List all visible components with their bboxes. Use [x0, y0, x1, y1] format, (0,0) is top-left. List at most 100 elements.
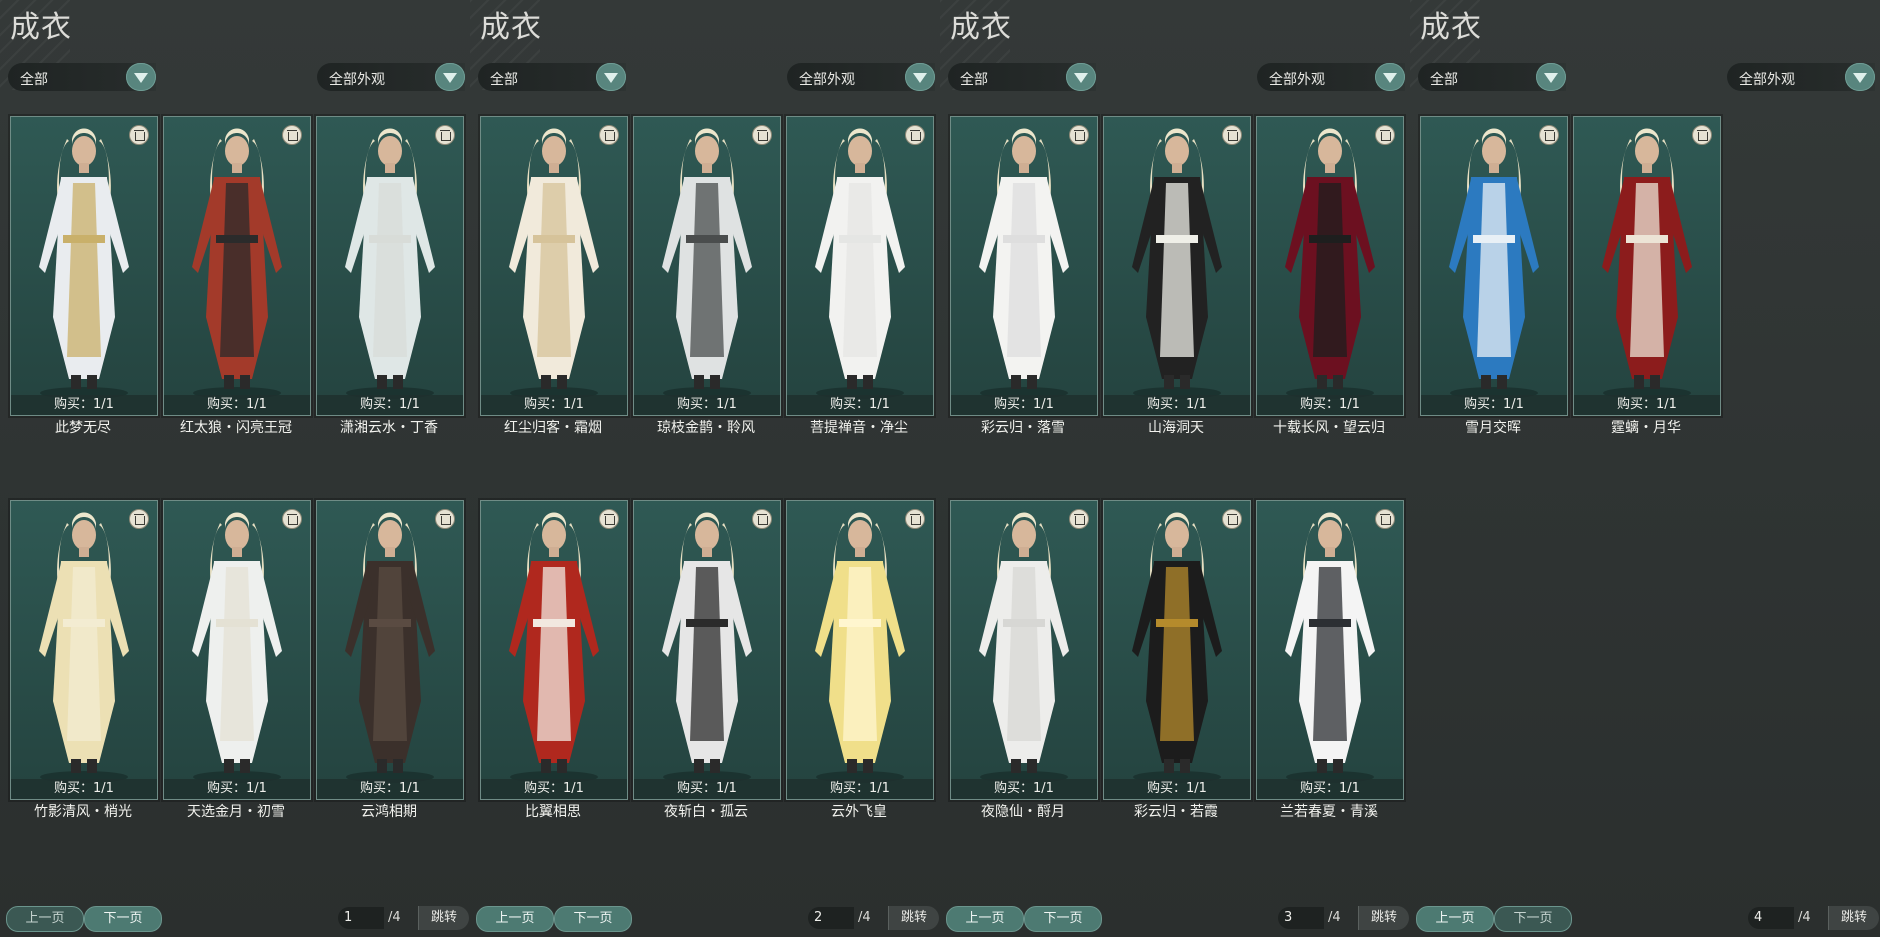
purchase-count: 购买：1/1 [1257, 779, 1403, 799]
jump-page-button[interactable]: 跳转 [1358, 906, 1409, 930]
trash-icon[interactable] [129, 125, 149, 145]
outfit-card[interactable]: 购买：1/1 [1420, 116, 1568, 416]
character-figure [1285, 128, 1375, 399]
purchase-count: 购买：1/1 [164, 395, 310, 415]
outfit-card[interactable]: 购买：1/1 [10, 500, 158, 800]
chevron-down-icon[interactable] [905, 63, 935, 91]
character-figure [662, 512, 752, 783]
outfit-card[interactable]: 购买：1/1 [950, 116, 1098, 416]
purchase-count: 购买：1/1 [11, 395, 157, 415]
jump-page-button[interactable]: 跳转 [888, 906, 939, 930]
page-number-input[interactable]: 3 [1278, 907, 1324, 929]
trash-icon[interactable] [1375, 509, 1395, 529]
trash-icon[interactable] [752, 125, 772, 145]
trash-icon[interactable] [905, 509, 925, 529]
outfit-card[interactable]: 购买：1/1 [786, 500, 934, 800]
jump-page-button[interactable]: 跳转 [418, 906, 469, 930]
trash-icon[interactable] [599, 125, 619, 145]
prev-page-button[interactable]: 上一页 [1416, 906, 1494, 932]
outfit-card[interactable]: 购买：1/1 [1256, 500, 1404, 800]
chevron-down-icon[interactable] [596, 63, 626, 91]
purchase-count: 购买：1/1 [164, 779, 310, 799]
outfit-card[interactable]: 购买：1/1 [163, 500, 311, 800]
outfit-card[interactable]: 购买：1/1 [316, 500, 464, 800]
chevron-down-icon[interactable] [126, 63, 156, 91]
outfit-name: 兰若春夏・青溪 [1280, 804, 1378, 820]
purchase-count: 购买：1/1 [481, 395, 627, 415]
prev-page-button[interactable]: 上一页 [6, 906, 84, 932]
outfit-card[interactable]: 购买：1/1 [1256, 116, 1404, 416]
page-number-input[interactable]: 2 [808, 907, 854, 929]
trash-icon[interactable] [1539, 125, 1559, 145]
appearance-filter-label: 全部外观 [799, 72, 855, 88]
purchase-count: 购买：1/1 [634, 779, 780, 799]
outfit-name: 潇湘云水・丁香 [340, 420, 438, 436]
jump-page-button[interactable]: 跳转 [1828, 906, 1879, 930]
outfit-card[interactable]: 购买：1/1 [1103, 116, 1251, 416]
character-figure [192, 512, 282, 783]
category-filter-dropdown[interactable]: 全部 [8, 63, 156, 91]
next-page-button[interactable]: 下一页 [1494, 906, 1572, 932]
trash-icon[interactable] [435, 125, 455, 145]
trash-icon[interactable] [1692, 125, 1712, 145]
prev-page-button[interactable]: 上一页 [476, 906, 554, 932]
chevron-down-icon[interactable] [1375, 63, 1405, 91]
trash-icon[interactable] [905, 125, 925, 145]
outfit-name: 霆螭・月华 [1611, 420, 1681, 436]
chevron-down-icon[interactable] [1536, 63, 1566, 91]
outfit-card[interactable]: 购买：1/1 [786, 116, 934, 416]
purchase-count: 购买：1/1 [1104, 395, 1250, 415]
trash-icon[interactable] [1069, 125, 1089, 145]
character-figure [815, 128, 905, 399]
outfit-name: 山海洞天 [1148, 420, 1204, 436]
outfit-card[interactable]: 购买：1/1 [316, 116, 464, 416]
purchase-count: 购买：1/1 [951, 395, 1097, 415]
outfit-card[interactable]: 购买：1/1 [950, 500, 1098, 800]
chevron-down-icon[interactable] [1066, 63, 1096, 91]
outfit-card[interactable]: 购买：1/1 [633, 500, 781, 800]
outfit-card[interactable]: 购买：1/1 [633, 116, 781, 416]
character-figure [1602, 128, 1692, 399]
chevron-down-icon[interactable] [435, 63, 465, 91]
category-filter-dropdown[interactable]: 全部 [1418, 63, 1566, 91]
outfit-name: 天选金月・初雪 [187, 804, 285, 820]
outfit-card[interactable]: 购买：1/1 [1103, 500, 1251, 800]
page-number-input[interactable]: 4 [1748, 907, 1794, 929]
page-number-input[interactable]: 1 [338, 907, 384, 929]
trash-icon[interactable] [752, 509, 772, 529]
appearance-filter-dropdown[interactable]: 全部外观 [1727, 63, 1875, 91]
outfit-card[interactable]: 购买：1/1 [163, 116, 311, 416]
trash-icon[interactable] [599, 509, 619, 529]
trash-icon[interactable] [1222, 509, 1242, 529]
trash-icon[interactable] [435, 509, 455, 529]
outfit-name: 云外飞皇 [831, 804, 887, 820]
trash-icon[interactable] [1375, 125, 1395, 145]
purchase-count: 购买：1/1 [1421, 395, 1567, 415]
outfit-card[interactable]: 购买：1/1 [480, 500, 628, 800]
outfit-name: 夜斩白・孤云 [664, 804, 748, 820]
outfit-name: 菩提禅音・净尘 [810, 420, 908, 436]
next-page-button[interactable]: 下一页 [554, 906, 632, 932]
next-page-button[interactable]: 下一页 [1024, 906, 1102, 932]
page-total: /4 [1798, 910, 1811, 925]
chevron-down-icon[interactable] [1845, 63, 1875, 91]
trash-icon[interactable] [129, 509, 149, 529]
trash-icon[interactable] [282, 125, 302, 145]
trash-icon[interactable] [282, 509, 302, 529]
prev-page-button[interactable]: 上一页 [946, 906, 1024, 932]
appearance-filter-dropdown[interactable]: 全部外观 [1257, 63, 1405, 91]
purchase-count: 购买：1/1 [317, 779, 463, 799]
trash-icon[interactable] [1222, 125, 1242, 145]
category-filter-label: 全部 [20, 72, 48, 88]
outfit-card[interactable]: 购买：1/1 [480, 116, 628, 416]
appearance-filter-dropdown[interactable]: 全部外观 [787, 63, 935, 91]
category-filter-dropdown[interactable]: 全部 [948, 63, 1096, 91]
outfit-card[interactable]: 购买：1/1 [10, 116, 158, 416]
appearance-filter-dropdown[interactable]: 全部外观 [317, 63, 465, 91]
outfit-card[interactable]: 购买：1/1 [1573, 116, 1721, 416]
next-page-button[interactable]: 下一页 [84, 906, 162, 932]
character-figure [979, 128, 1069, 399]
category-filter-dropdown[interactable]: 全部 [478, 63, 626, 91]
wardrobe-panel: 成衣 全部 全部外观 购买：1/1 [940, 0, 1410, 937]
trash-icon[interactable] [1069, 509, 1089, 529]
